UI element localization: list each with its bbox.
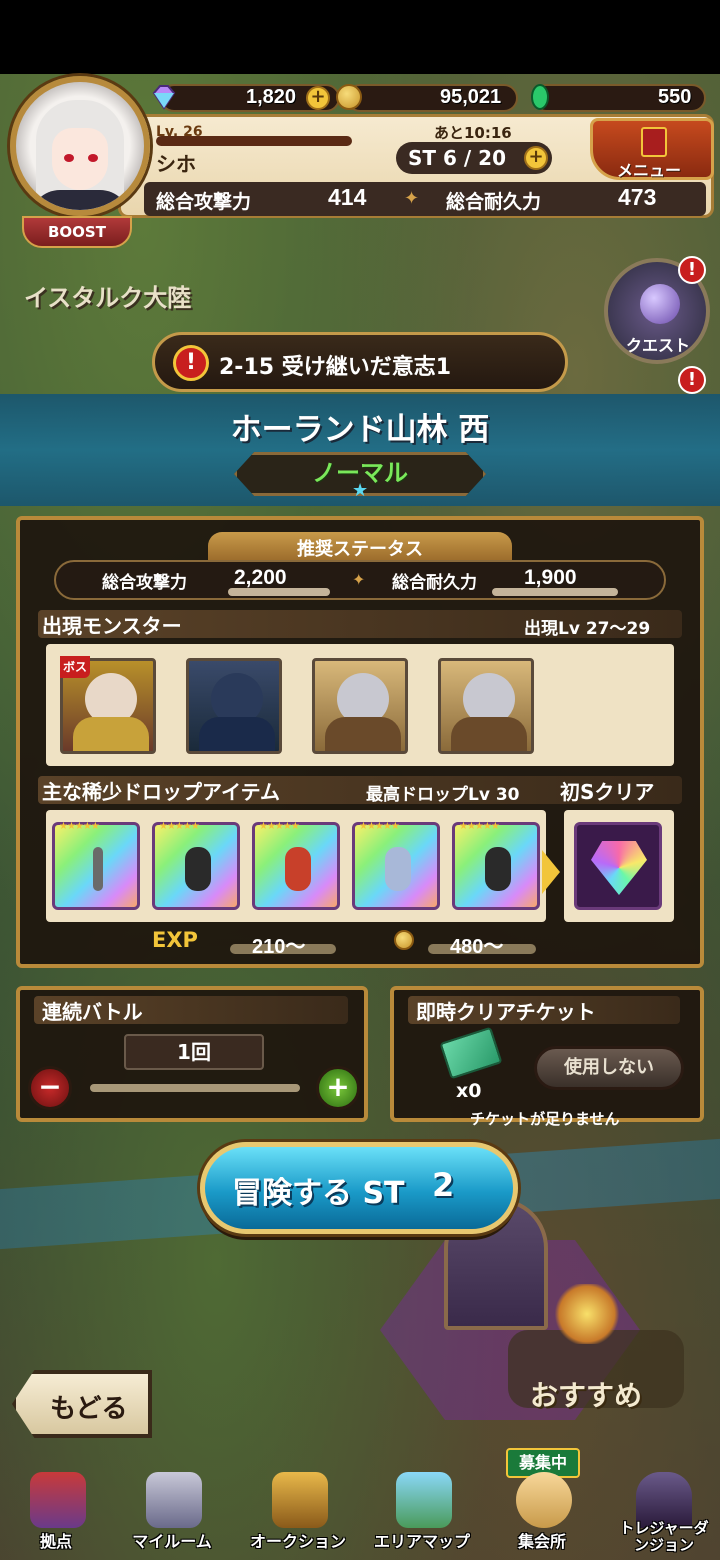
recommended-tab-label: 推奨ステータス (297, 539, 423, 560)
emerald-icon (526, 83, 554, 111)
map-icon (396, 1472, 452, 1528)
treasure-chest-icon (552, 1284, 622, 1344)
axe-icon (93, 847, 103, 891)
st-timer: あと10:16 (434, 124, 512, 142)
drop-item-pendant[interactable]: ★★★★★ (252, 821, 340, 910)
nav-auction[interactable]: オークション (248, 1468, 348, 1560)
rec-defense-label: 総合耐久力 (392, 573, 477, 593)
necklace-icon (185, 847, 211, 891)
exp-value: 210〜 (252, 936, 306, 958)
rainbow-crystal-icon (591, 841, 647, 895)
nav-area-map[interactable]: エリアマップ (372, 1468, 472, 1560)
nav-treasure-dungeon[interactable]: トレジャーダンジョン (612, 1468, 716, 1560)
drop-item-necklace[interactable]: ★★★★★ (152, 821, 240, 910)
drop-item-necklace[interactable]: ★★★★★ (452, 821, 540, 910)
back-label: もどる (50, 1394, 128, 1424)
scroll-right-arrow-icon[interactable] (542, 850, 560, 894)
menu-button[interactable]: メニュー (590, 118, 714, 180)
rec-attack-value: 2,200 (234, 566, 287, 589)
rarity-stars-icon: ★★★★★ (259, 821, 300, 832)
gavel-icon (272, 1472, 328, 1528)
pendant-icon (285, 847, 311, 891)
menu-label: メニュー (617, 161, 682, 180)
attack-value: 414 (328, 184, 367, 210)
rec-divider-icon: ✦ (352, 570, 366, 589)
stage-title: ホーランド山林 西 (230, 412, 490, 448)
rarity-stars-icon: ★★★★★ (359, 821, 400, 832)
first-clear-reward[interactable] (574, 822, 662, 910)
avatar[interactable] (10, 76, 150, 216)
adventure-label: 冒険する ST (232, 1176, 405, 1211)
gold-count: 95,021 (440, 86, 502, 108)
emerald-count: 550 (658, 86, 692, 108)
quest-alert-icon: ! (678, 256, 706, 284)
use-ticket-button[interactable]: 使用しない (534, 1046, 684, 1090)
necklace-icon (485, 847, 511, 891)
drops-label: 主な稀少ドロップアイテム (42, 780, 280, 804)
rec-defense-value: 1,900 (524, 566, 577, 589)
ticket-shortage-note: チケットが足りません (470, 1110, 620, 1128)
first-clear-label: 初Sクリア (560, 780, 655, 804)
boost-badge[interactable]: BOOST (22, 216, 132, 248)
drop-item-axe[interactable]: ★★★★★ (52, 821, 140, 910)
boss-tag: ボス (60, 656, 90, 678)
monster-portrait[interactable] (438, 658, 534, 754)
tent-icon (30, 1472, 86, 1528)
continuous-label: 連続バトル (42, 1000, 143, 1024)
gem-count: 1,820 (246, 86, 297, 108)
drop-item-amulet[interactable]: ★★★★★ (352, 821, 440, 910)
adventure-st-cost: 2 (432, 1166, 455, 1204)
gem-icon (150, 83, 178, 111)
current-quest-pill[interactable]: ! 2-15 受け継いだ意志1 (152, 332, 568, 392)
rec-attack-label: 総合攻撃力 (102, 573, 187, 593)
monster-portrait[interactable] (312, 658, 408, 754)
plus-button[interactable]: + (316, 1066, 360, 1110)
stat-divider-icon: ✦ (404, 188, 420, 209)
player-name: シホ (156, 152, 196, 176)
attack-label: 総合攻撃力 (156, 191, 252, 213)
rarity-stars-icon: ★★★★★ (159, 821, 200, 832)
list-alert-icon: ! (678, 366, 706, 394)
gold-coin-icon (394, 930, 414, 950)
amulet-icon (385, 847, 411, 891)
gem-plus-button[interactable]: + (306, 86, 330, 110)
monster-portrait[interactable] (186, 658, 282, 754)
minus-button[interactable]: − (28, 1066, 72, 1110)
rarity-stars-icon: ★★★★★ (459, 821, 500, 832)
st-plus-button[interactable]: + (524, 146, 548, 170)
gold-coin-icon (336, 84, 362, 110)
people-icon (516, 1472, 572, 1528)
exp-label: EXP (152, 928, 198, 952)
instant-label: 即時クリアチケット (416, 1000, 596, 1024)
current-quest-label: 2-15 受け継いだ意志1 (219, 355, 452, 380)
recommend-label: おすすめ (530, 1379, 643, 1412)
crystal-ball-icon (640, 284, 680, 324)
battle-count-slider[interactable] (90, 1084, 300, 1092)
status-bar (0, 0, 720, 74)
gold-reward-value: 480〜 (450, 936, 504, 958)
exclamation-icon: ! (173, 345, 209, 381)
sword-shield-icon (146, 1472, 202, 1528)
monsters-label: 出現モンスター (42, 614, 182, 638)
region-name: イスタルク大陸 (24, 284, 192, 312)
nav-guild-hall[interactable]: 集会所 (492, 1468, 592, 1560)
difficulty-star-icon: ★ (352, 480, 369, 501)
ticket-count: x0 (456, 1080, 482, 1102)
battle-count: 1回 (124, 1034, 264, 1070)
nav-my-room[interactable]: マイルーム (122, 1468, 222, 1560)
rarity-stars-icon: ★★★★★ (59, 821, 100, 832)
exp-bar (156, 136, 352, 146)
monsters-level-range: 出現Lv 27〜29 (524, 619, 651, 639)
nav-base[interactable]: 拠点 (6, 1468, 106, 1560)
defense-label: 総合耐久力 (446, 191, 542, 213)
book-icon (641, 127, 667, 157)
defense-value: 473 (618, 184, 657, 210)
drops-max-level: 最高ドロップLv 30 (366, 785, 520, 805)
quest-side-label: クエスト (626, 336, 691, 355)
